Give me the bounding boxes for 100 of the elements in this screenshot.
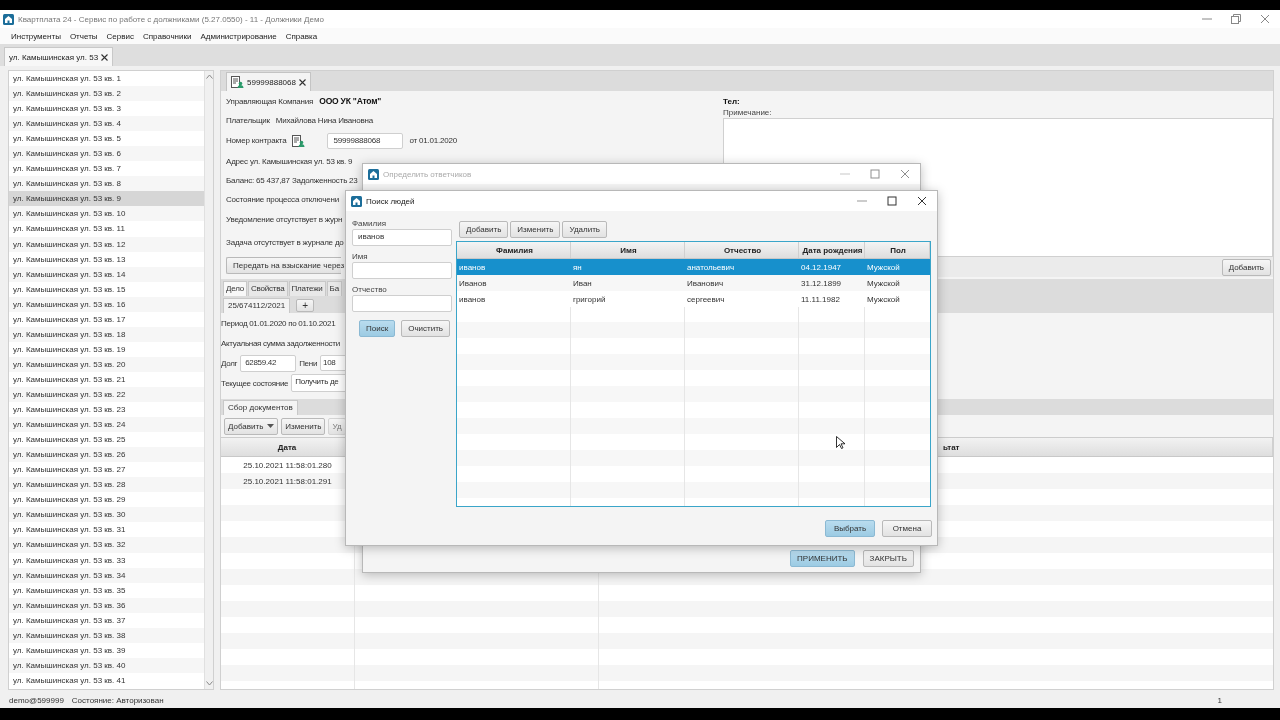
field-label: Имя <box>352 252 369 262</box>
app-logo-icon <box>3 13 14 25</box>
toolbar-button[interactable]: Изменить <box>281 417 326 435</box>
period-text: Период 01.01.2020 по 01.10.2021 <box>221 317 336 330</box>
dialog-title: Определить ответчиков <box>383 169 472 179</box>
app-logo-icon <box>368 168 379 180</box>
note-label: Примечание: <box>723 108 773 118</box>
case-number-tab[interactable]: 25/674112/2021 <box>223 298 291 313</box>
contract-date: от 01.01.2020 <box>409 136 458 145</box>
dropdown-button[interactable]: Добавить <box>224 417 279 435</box>
dialog-button[interactable]: ЗАКРЫТЬ <box>862 550 914 567</box>
close-icon <box>917 196 927 206</box>
contract-tab[interactable]: 59999888068 <box>226 72 311 91</box>
table-cell-text: ян <box>572 261 583 274</box>
table-cell-text: Иван <box>572 277 593 290</box>
table-cell-text: 04.12.1947 <box>800 261 843 274</box>
dialog-button[interactable]: Отмена <box>882 519 932 537</box>
document-tab[interactable]: ул. Камышинская ул. 53 <box>4 47 114 66</box>
column-header[interactable]: Фамилия <box>457 242 571 258</box>
app-logo-icon <box>351 195 362 207</box>
field-label: Номер контракта <box>226 136 287 145</box>
list-item[interactable]: ул. Камышинская ул. 53 кв. 32 <box>9 537 204 553</box>
list-item[interactable]: ул. Камышинская ул. 53 кв. 30 <box>9 507 204 523</box>
list-item[interactable]: ул. Камышинская ул. 53 кв. 2 <box>9 86 204 102</box>
close-icon <box>1260 14 1270 24</box>
clear-button[interactable]: Очистить <box>401 320 450 337</box>
list-item[interactable]: ул. Камышинская ул. 53 кв. 24 <box>9 417 204 433</box>
payer-name: Михайлова Нина Ивановна <box>275 116 373 125</box>
toolbar-button[interactable]: Добавить <box>459 220 509 238</box>
tab-label: ул. Камышинская ул. 53 <box>9 52 99 62</box>
field-label: Фамилия <box>352 219 387 229</box>
dialog-title: Поиск людей <box>366 196 415 206</box>
list-item[interactable]: ул. Камышинская ул. 53 кв. 4 <box>9 116 204 132</box>
menu-item[interactable]: Отчеты <box>69 31 98 41</box>
table-cell-text: Иванов <box>458 277 488 290</box>
status-text: Состояние: Авторизован <box>71 695 164 705</box>
documents-tab[interactable]: Сбор документов <box>223 400 298 415</box>
menu-item[interactable]: Справочники <box>142 31 192 41</box>
case-tab[interactable]: Дело <box>223 281 247 296</box>
input-field[interactable] <box>352 262 452 279</box>
close-icon <box>900 169 910 179</box>
status-text: Уведомление отсутствует в журн <box>226 214 343 226</box>
menu-item[interactable]: Инструменты <box>11 31 61 41</box>
mouse-pointer-icon <box>836 436 845 449</box>
table-row[interactable]: Иванов Иван Иванович 31.12.1899 Мужской <box>457 275 930 291</box>
column-header[interactable]: Дата рождения <box>799 242 865 258</box>
table-cell-text: Мужской <box>866 277 901 290</box>
phone-label: Тел: <box>723 97 741 108</box>
field-label: Плательщик <box>226 116 270 125</box>
field-label: Пени <box>299 358 318 368</box>
close-icon <box>101 53 109 61</box>
table-cell-text: Мужской <box>866 293 901 306</box>
list-item[interactable]: ул. Камышинская ул. 53 кв. 10 <box>9 206 204 222</box>
table-row[interactable]: иванов ян анатольевич 04.12.1947 Мужской <box>457 259 930 275</box>
column-header[interactable]: Имя <box>571 242 685 258</box>
dialog-button[interactable]: Выбрать <box>825 519 875 537</box>
scrollbar[interactable] <box>204 71 213 689</box>
toolbar-button[interactable]: Удалить <box>562 220 607 238</box>
status-text: Состояние процесса отключени <box>226 194 339 206</box>
table-cell-text: григорий <box>572 293 607 306</box>
table-cell-text: иванов <box>458 261 487 274</box>
dialog-button[interactable]: ПРИМЕНИТЬ <box>790 550 855 567</box>
case-tab[interactable]: Свойства <box>248 281 288 296</box>
list-item[interactable]: ул. Камышинская ул. 53 кв. 6 <box>9 146 204 162</box>
table-cell-text: Мужской <box>866 261 901 274</box>
table-cell-text: 25.10.2021 11:58:01.291 <box>242 475 333 488</box>
table-cell-text: 31.12.1899 <box>800 277 843 290</box>
add-case-button[interactable]: + <box>296 299 315 312</box>
restore-icon <box>1231 14 1241 24</box>
list-item[interactable]: ул. Камышинская ул. 53 кв. 9 <box>9 191 204 207</box>
company-name: ООО УК "Атом" <box>319 96 382 106</box>
field-label: Отчество <box>352 285 388 295</box>
toolbar-button[interactable]: Изменить <box>510 220 561 238</box>
input-field[interactable] <box>352 295 452 312</box>
close-icon <box>298 78 306 86</box>
menu-item[interactable]: Сервис <box>106 31 134 41</box>
column-header[interactable]: Отчество <box>685 242 799 258</box>
table-cell-text: Иванович <box>686 277 725 290</box>
list-item[interactable]: ул. Камышинская ул. 53 кв. 8 <box>9 176 204 192</box>
table-cell-text: сергеевич <box>686 293 726 306</box>
maximize-icon <box>870 169 880 179</box>
contract-number-field[interactable]: 59999888068 <box>327 132 404 149</box>
table-cell-text: 11.11.1982 <box>800 293 841 306</box>
menu-item[interactable]: Администрирование <box>200 31 277 41</box>
table-row[interactable]: иванов григорий сергеевич 11.11.1982 Мужской <box>457 291 930 307</box>
add-button[interactable]: Добавить <box>1221 258 1271 276</box>
caret-icon <box>267 424 275 428</box>
search-button[interactable]: Поиск <box>359 320 396 337</box>
table-cell-text: анатольевич <box>686 261 736 274</box>
menu-item[interactable]: Справка <box>285 31 318 41</box>
list-item[interactable]: ул. Камышинская ул. 53 кв. 26 <box>9 447 204 463</box>
case-tab[interactable]: Ба <box>326 281 342 296</box>
list-item[interactable]: ул. Камышинская ул. 53 кв. 28 <box>9 477 204 493</box>
input-field[interactable]: иванов <box>352 229 452 246</box>
column-header[interactable]: Пол <box>865 242 930 258</box>
window-title: Квартплата 24 - Сервис по работе с должниками (5.27.0550) - 11 - Должники Демо <box>18 14 324 24</box>
case-tab[interactable]: Платежи <box>288 281 326 296</box>
field-label: Текущее состояние <box>221 378 289 388</box>
page-number: 1 <box>1217 695 1222 705</box>
debt-field[interactable]: 62859.42 <box>240 354 297 372</box>
